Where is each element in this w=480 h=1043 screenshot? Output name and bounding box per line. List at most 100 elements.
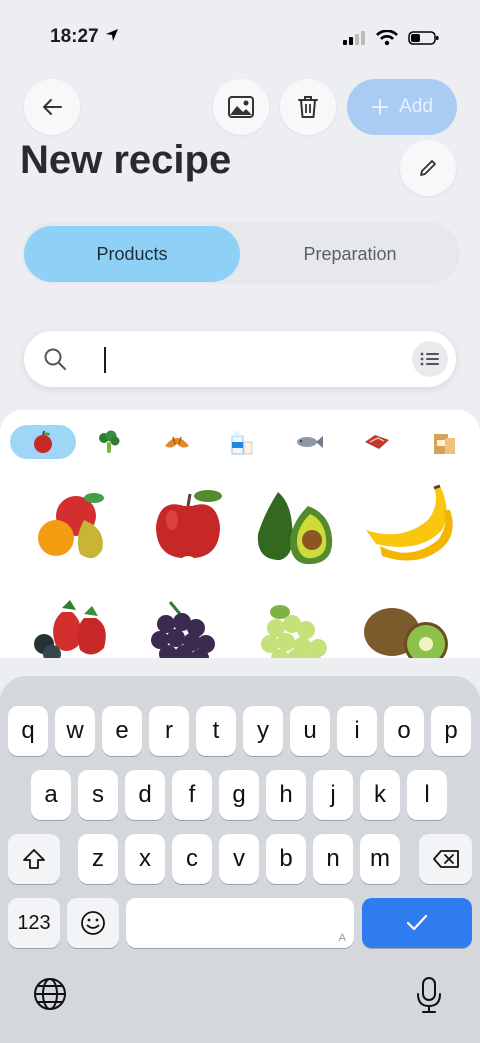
emoji-key[interactable] bbox=[67, 898, 119, 948]
language-switch-button[interactable] bbox=[32, 976, 68, 1017]
key-l[interactable]: l bbox=[407, 770, 447, 820]
product-tile-green-grapes[interactable] bbox=[250, 594, 354, 658]
space-key-hint: A bbox=[338, 932, 346, 944]
key-k[interactable]: k bbox=[360, 770, 400, 820]
image-icon bbox=[228, 96, 254, 118]
on-screen-keyboard: q w e r t y u i o p a s d f g h j k l z … bbox=[0, 676, 480, 1043]
product-tile-apple[interactable] bbox=[136, 484, 240, 584]
milk-carton-icon bbox=[231, 430, 253, 455]
category-grocery[interactable] bbox=[422, 426, 466, 458]
filter-list-button[interactable] bbox=[412, 341, 448, 377]
tab-switcher: Products Preparation bbox=[22, 222, 460, 284]
tab-preparation[interactable]: Preparation bbox=[242, 226, 458, 282]
key-n[interactable]: n bbox=[313, 834, 353, 884]
key-y[interactable]: y bbox=[243, 706, 283, 756]
backspace-icon bbox=[432, 850, 459, 868]
key-p[interactable]: p bbox=[431, 706, 471, 756]
key-q[interactable]: q bbox=[8, 706, 48, 756]
product-tile-grapes[interactable] bbox=[136, 594, 240, 658]
key-r[interactable]: r bbox=[149, 706, 189, 756]
text-cursor bbox=[104, 347, 106, 373]
search-icon bbox=[44, 348, 66, 370]
key-a[interactable]: a bbox=[31, 770, 71, 820]
mixed-fruits-icon bbox=[38, 493, 104, 559]
globe-icon bbox=[34, 978, 66, 1010]
broccoli-icon bbox=[99, 430, 120, 453]
key-s[interactable]: s bbox=[78, 770, 118, 820]
pencil-icon bbox=[420, 160, 436, 176]
banana-icon bbox=[366, 484, 453, 561]
key-u[interactable]: u bbox=[290, 706, 330, 756]
tab-products[interactable]: Products bbox=[24, 226, 240, 282]
arrow-left-icon bbox=[43, 99, 62, 115]
cellular-signal-icon bbox=[343, 31, 365, 45]
shift-key[interactable] bbox=[8, 834, 60, 884]
checkmark-icon bbox=[406, 914, 428, 931]
add-image-button[interactable] bbox=[213, 79, 269, 135]
fish-icon bbox=[297, 436, 323, 448]
plus-icon bbox=[372, 99, 389, 115]
category-meat[interactable] bbox=[355, 426, 399, 458]
key-w[interactable]: w bbox=[55, 706, 95, 756]
category-fish[interactable] bbox=[287, 426, 331, 458]
key-j[interactable]: j bbox=[313, 770, 353, 820]
kiwi-icon bbox=[364, 608, 448, 658]
location-arrow-icon bbox=[105, 29, 118, 41]
product-tile-berries[interactable] bbox=[22, 594, 126, 658]
key-d[interactable]: d bbox=[125, 770, 165, 820]
edit-title-button[interactable] bbox=[400, 140, 456, 196]
meat-icon bbox=[365, 435, 389, 449]
category-strip bbox=[0, 426, 480, 460]
grapes-icon bbox=[151, 601, 215, 658]
product-tile-mixed-fruits[interactable] bbox=[22, 484, 126, 584]
add-button[interactable]: Add bbox=[347, 79, 457, 135]
avocado-icon bbox=[257, 492, 333, 565]
green-grapes-icon bbox=[261, 605, 327, 658]
numbers-key[interactable]: 123 bbox=[8, 898, 60, 948]
trash-icon bbox=[298, 96, 318, 118]
delete-button[interactable] bbox=[280, 79, 336, 135]
key-g[interactable]: g bbox=[219, 770, 259, 820]
wifi-icon bbox=[376, 30, 398, 46]
key-t[interactable]: t bbox=[196, 706, 236, 756]
status-icons bbox=[342, 30, 440, 46]
key-h[interactable]: h bbox=[266, 770, 306, 820]
category-bakery[interactable] bbox=[155, 426, 199, 458]
product-tile-kiwi[interactable] bbox=[362, 594, 466, 658]
microphone-icon bbox=[417, 977, 441, 1013]
emoji-icon bbox=[81, 911, 105, 935]
key-f[interactable]: f bbox=[172, 770, 212, 820]
dictation-button[interactable] bbox=[414, 976, 444, 1019]
add-button-label: Add bbox=[399, 96, 433, 117]
search-bar bbox=[24, 331, 456, 387]
status-time: 18:27 bbox=[50, 26, 120, 48]
key-b[interactable]: b bbox=[266, 834, 306, 884]
product-tile-banana[interactable] bbox=[362, 484, 466, 584]
key-i[interactable]: i bbox=[337, 706, 377, 756]
key-e[interactable]: e bbox=[102, 706, 142, 756]
berries-icon bbox=[34, 600, 106, 658]
key-z[interactable]: z bbox=[78, 834, 118, 884]
category-vegetables[interactable] bbox=[87, 426, 131, 458]
category-fruits[interactable] bbox=[21, 426, 65, 458]
apple-icon bbox=[34, 430, 52, 453]
key-x[interactable]: x bbox=[125, 834, 165, 884]
confirm-key[interactable] bbox=[362, 898, 472, 948]
key-c[interactable]: c bbox=[172, 834, 212, 884]
croissant-icon bbox=[165, 436, 189, 448]
list-icon bbox=[420, 352, 439, 366]
product-tile-avocado[interactable] bbox=[250, 484, 354, 584]
apple-icon bbox=[156, 490, 222, 558]
battery-icon bbox=[408, 31, 439, 45]
category-dairy[interactable] bbox=[219, 426, 263, 458]
page-title: New recipe bbox=[20, 138, 232, 182]
key-v[interactable]: v bbox=[219, 834, 259, 884]
product-panel bbox=[0, 410, 480, 658]
space-key[interactable]: A bbox=[126, 898, 354, 948]
search-input[interactable] bbox=[96, 343, 400, 377]
back-button[interactable] bbox=[24, 79, 80, 135]
key-m[interactable]: m bbox=[360, 834, 400, 884]
key-o[interactable]: o bbox=[384, 706, 424, 756]
grocery-bag-icon bbox=[434, 434, 455, 454]
backspace-key[interactable] bbox=[419, 834, 472, 884]
